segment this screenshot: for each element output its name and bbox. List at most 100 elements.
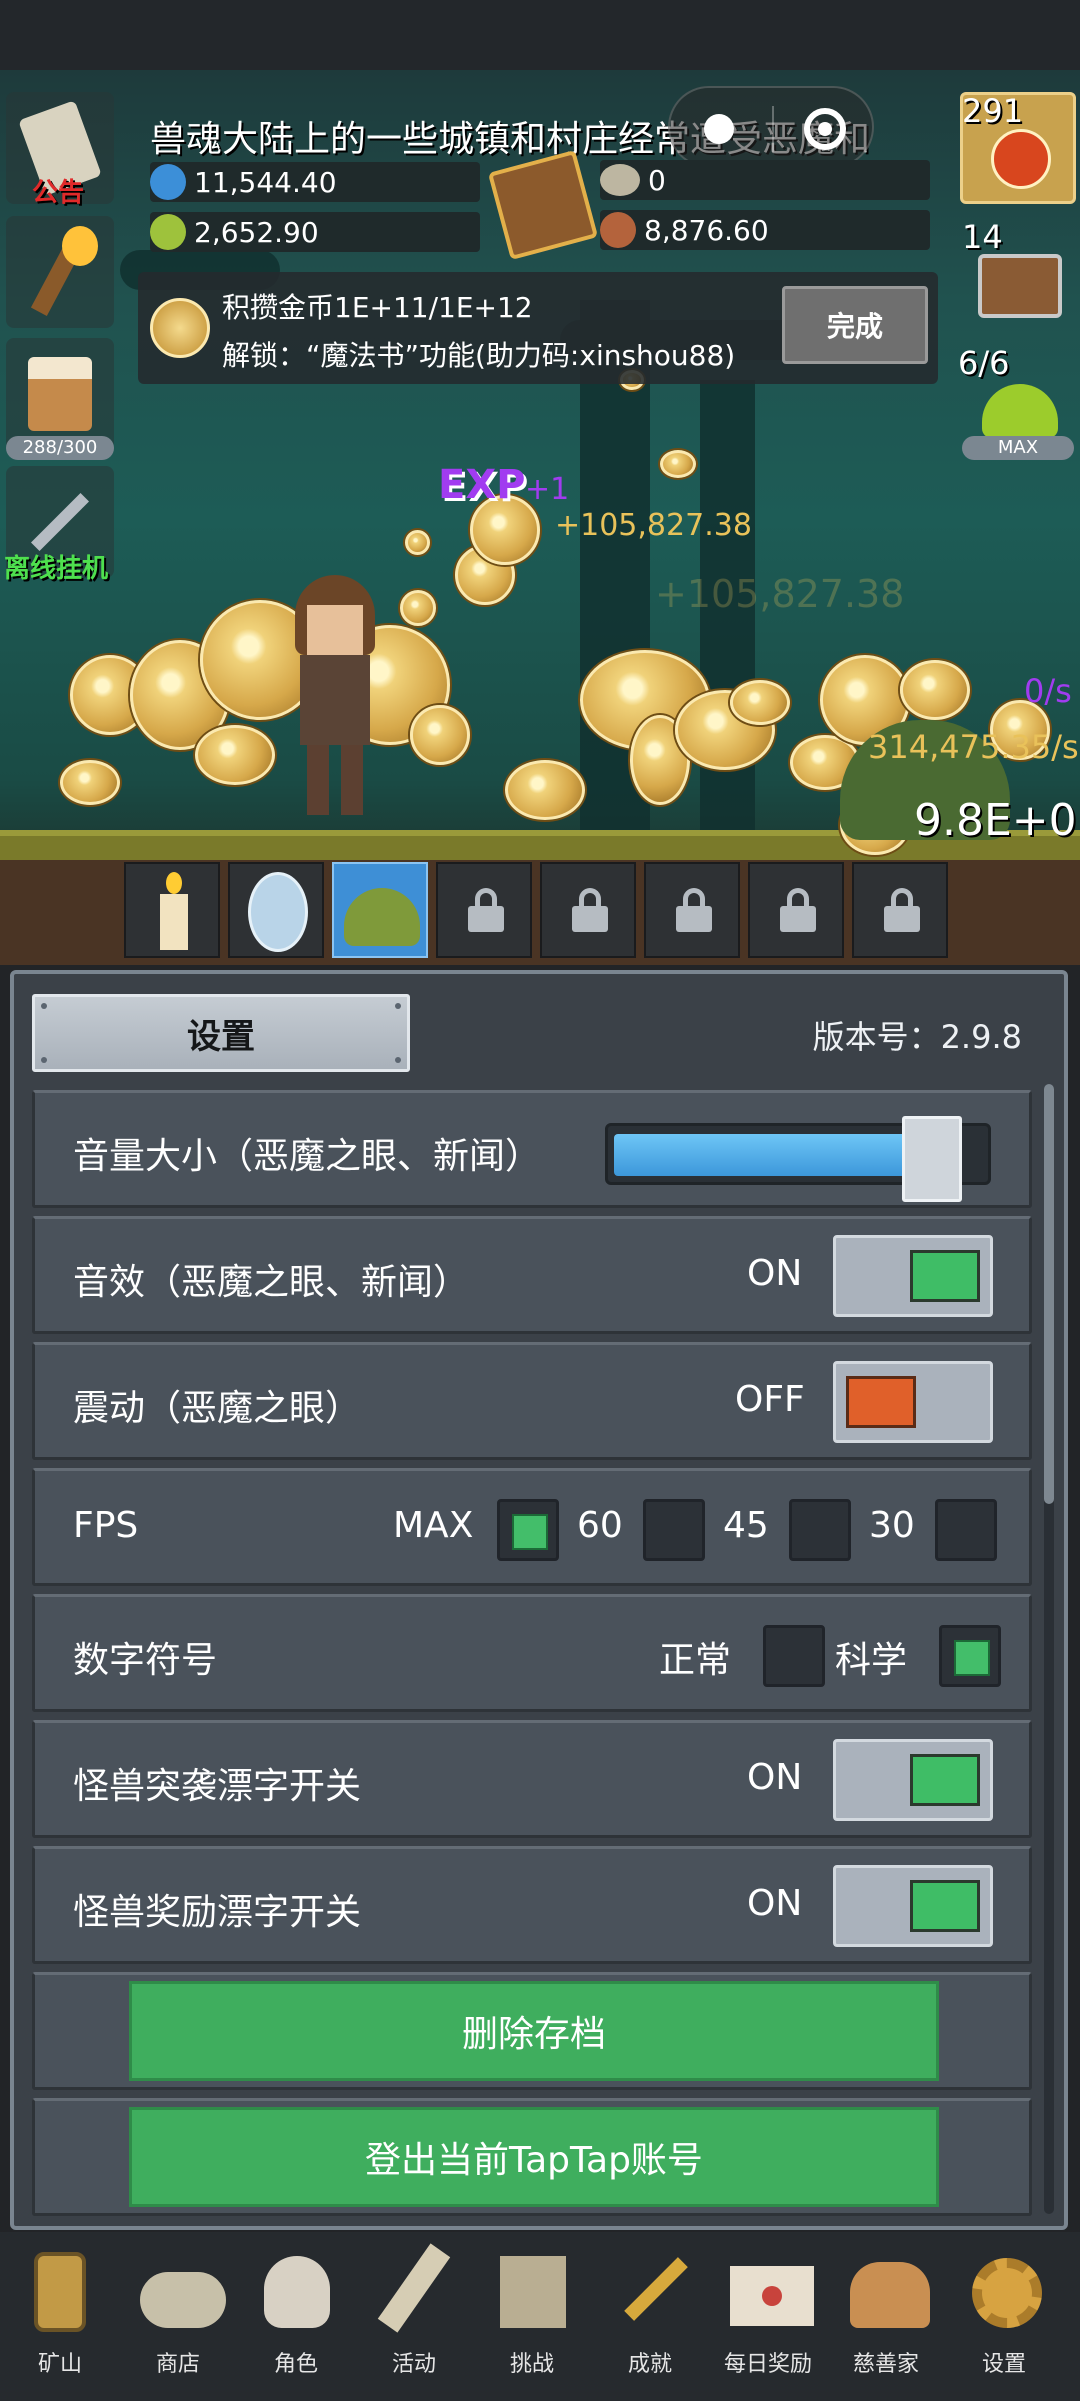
torch-icon[interactable]: [6, 216, 114, 328]
locked-slot-5[interactable]: [852, 862, 948, 958]
volume-slider[interactable]: [605, 1116, 991, 1202]
quest-complete-button[interactable]: 完成: [782, 286, 928, 364]
volume-slider-handle[interactable]: [902, 1116, 962, 1202]
nav-mine-label: 矿山: [37, 2352, 82, 2377]
beer-mug-icon[interactable]: [6, 338, 114, 450]
offline-label[interactable]: 离线挂机: [4, 548, 108, 585]
more-icon[interactable]: [704, 114, 734, 144]
fps-option-max-checkbox[interactable]: [497, 1499, 559, 1561]
nav-character[interactable]: 角色: [236, 2232, 356, 2401]
ore-bar: 0: [600, 160, 930, 200]
scroll-thumb[interactable]: [1044, 1084, 1054, 1504]
nav-daily-reward[interactable]: 每日奖励: [708, 2232, 828, 2401]
quest-panel: 积攒金币1E+11/1E+12 解锁：“魔法书”功能(助力码:xinshou88…: [138, 272, 938, 384]
nav-shop[interactable]: 商店: [118, 2232, 238, 2401]
nav-achievements-label: 成就: [627, 2352, 672, 2377]
lantern-icon: [22, 2242, 98, 2338]
number-notation-row: 数字符号 正常 科学: [32, 1594, 1032, 1712]
skull-icon: [258, 2242, 334, 2338]
fps-option-30-label: 30: [869, 1505, 915, 1546]
green-potion-value: 2,652.90: [194, 215, 319, 249]
nav-challenge-label: 挑战: [509, 2352, 554, 2377]
version-label: 版本号：2.9.8: [812, 1018, 1022, 1056]
sfx-state: ON: [747, 1253, 803, 1294]
golden-key-icon: [612, 2242, 688, 2338]
scroll-icon: [376, 2242, 452, 2338]
number-scientific-label: 科学: [835, 1640, 908, 1681]
nav-events[interactable]: 活动: [354, 2232, 474, 2401]
delete-save-button[interactable]: 删除存档: [129, 1981, 939, 2081]
nav-philanthropist-label: 慈善家: [852, 2352, 919, 2377]
number-normal-label: 正常: [659, 1640, 732, 1681]
game-scene: EXP +1 +105,827.38 +105,827.38 0/s 314,4…: [0, 0, 1080, 965]
delete-save-row: 删除存档: [32, 1972, 1032, 2090]
nav-challenge[interactable]: 挑战: [472, 2232, 592, 2401]
meat-value: 8,876.60: [644, 213, 769, 247]
vibration-label: 震动（恶魔之眼）: [73, 1388, 362, 1429]
red-potion-icon: [991, 129, 1051, 189]
vibration-toggle[interactable]: [833, 1361, 993, 1443]
enemy-hp: 9.8E+07: [914, 795, 1080, 846]
ore-value: 0: [648, 163, 666, 197]
monster-reward-toggle[interactable]: [833, 1865, 993, 1947]
exp-gain: +1: [525, 472, 570, 507]
slime-count: 6/6: [958, 344, 1010, 382]
vibration-row: 震动（恶魔之眼） OFF: [32, 1342, 1032, 1460]
gold-gain: +105,827.38: [555, 508, 752, 543]
candle-icon: [160, 894, 188, 950]
bread-icon: [848, 2242, 930, 2338]
bottom-nav: 矿山 商店 角色 活动 挑战 成就 每日奖励 慈善家 设置: [0, 2232, 1080, 2401]
spellbook-icon[interactable]: [487, 149, 599, 261]
gold-coin-icon: [150, 298, 210, 358]
monster-reward-state: ON: [747, 1883, 803, 1924]
monster-raid-toggle[interactable]: [833, 1739, 993, 1821]
locked-slot-4[interactable]: [748, 862, 844, 958]
blue-potion-bar: 11,544.40: [150, 162, 480, 202]
candle-slot[interactable]: [124, 862, 220, 958]
egg-icon: [248, 872, 308, 952]
vibration-state: OFF: [735, 1379, 805, 1420]
close-circle-icon[interactable]: [804, 108, 846, 150]
miniprogram-capsule[interactable]: [668, 86, 874, 168]
fps-option-60-checkbox[interactable]: [643, 1499, 705, 1561]
potion-count: 291: [962, 92, 1024, 130]
nav-achievements[interactable]: 成就: [590, 2232, 710, 2401]
fps-row: FPS MAX 60 45 30: [32, 1468, 1032, 1586]
beer-counter: 288/300: [6, 436, 114, 460]
sfx-toggle[interactable]: [833, 1235, 993, 1317]
locked-slot-3[interactable]: [644, 862, 740, 958]
settings-title-text: 设置: [187, 1016, 255, 1057]
nav-philanthropist[interactable]: 慈善家: [826, 2232, 946, 2401]
fps-option-60-label: 60: [577, 1505, 623, 1546]
number-scientific-checkbox[interactable]: [939, 1625, 1001, 1687]
monster-raid-label: 怪兽突袭漂字开关: [73, 1766, 362, 1807]
quest-reward: 解锁：“魔法书”功能(助力码:xinshou88): [222, 339, 736, 372]
nav-settings[interactable]: 设置: [944, 2232, 1064, 2401]
nav-daily-reward-label: 每日奖励: [723, 2352, 812, 2377]
settings-scrollbar[interactable]: [1044, 1084, 1054, 2214]
egg-slot[interactable]: [228, 862, 324, 958]
locked-slot-2[interactable]: [540, 862, 636, 958]
volume-row: 音量大小（恶魔之眼、新闻）: [32, 1090, 1032, 1208]
fps-option-max-label: MAX: [393, 1505, 474, 1546]
nav-mine[interactable]: 矿山: [0, 2232, 120, 2401]
locked-slot-1[interactable]: [436, 862, 532, 958]
nav-settings-label: 设置: [981, 2352, 1026, 2377]
lock-icon: [780, 888, 816, 932]
fps-option-30-checkbox[interactable]: [935, 1499, 997, 1561]
number-normal-checkbox[interactable]: [763, 1625, 825, 1687]
slime-skill-slot[interactable]: [332, 862, 428, 958]
meat-icon: [600, 212, 636, 248]
logout-taptap-button[interactable]: 登出当前TapTap账号: [129, 2107, 939, 2207]
green-potion-icon: [150, 214, 186, 250]
nav-shop-label: 商店: [155, 2352, 200, 2377]
chest-count: 14: [962, 218, 1003, 256]
settings-panel: 设置 版本号：2.9.8 音量大小（恶魔之眼、新闻） 音效（恶魔之眼、新闻） O…: [10, 970, 1068, 2230]
monster-raid-state: ON: [747, 1757, 803, 1798]
number-notation-label: 数字符号: [73, 1640, 218, 1681]
gold-gain-ghost: +105,827.38: [655, 572, 905, 616]
ore-stone-icon: [140, 2242, 226, 2338]
blue-potion-value: 11,544.40: [194, 165, 337, 199]
exp-label: EXP: [438, 462, 526, 508]
fps-option-45-checkbox[interactable]: [789, 1499, 851, 1561]
